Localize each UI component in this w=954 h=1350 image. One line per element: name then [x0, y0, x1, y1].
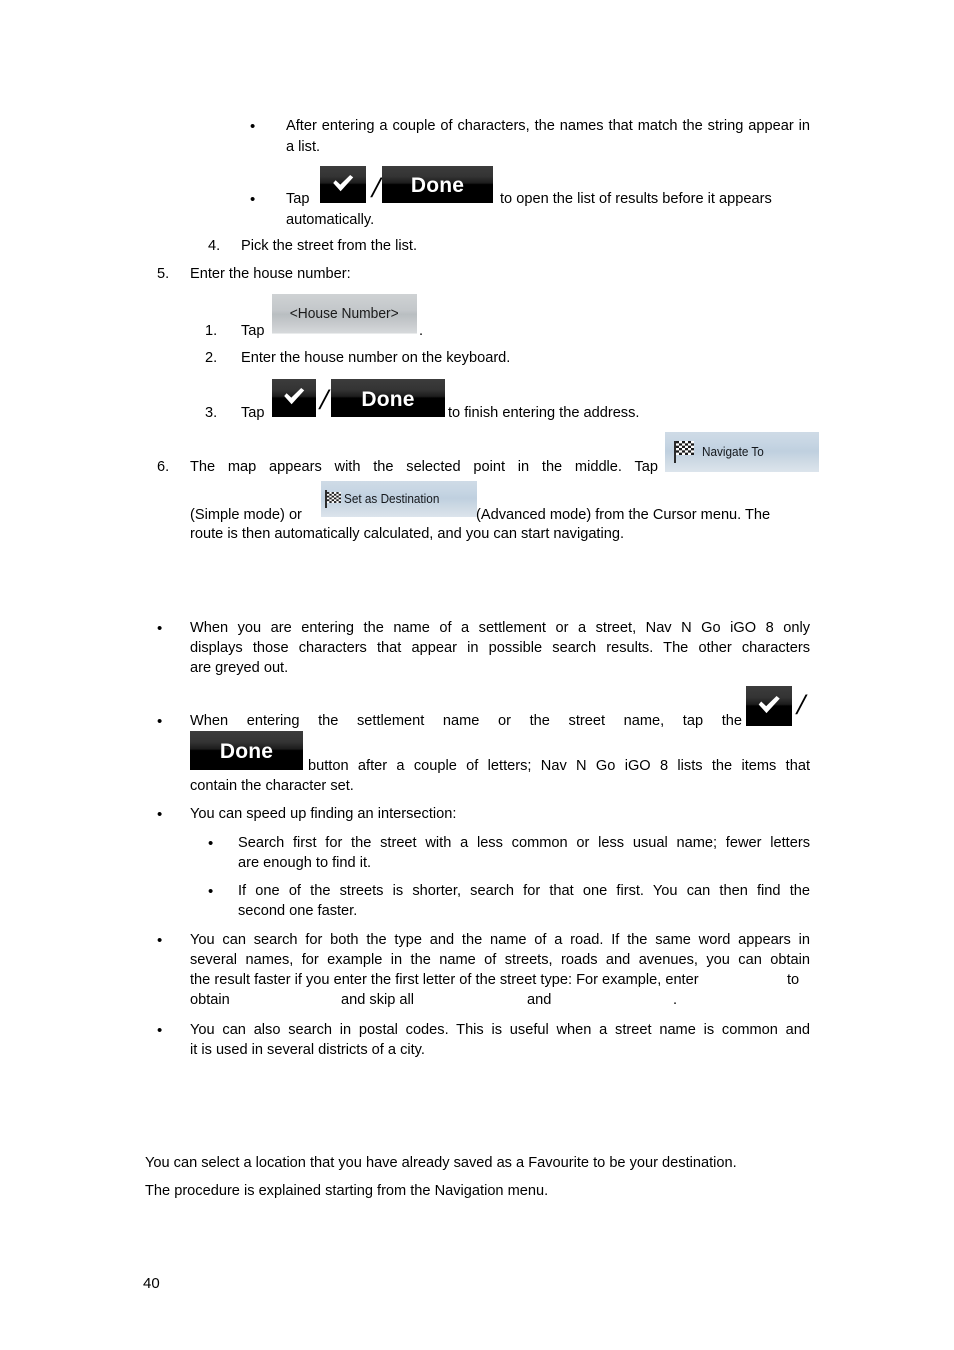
- tip-shorter-street-line2: second one faster.: [238, 903, 358, 919]
- tip-greyed-characters-line3: are greyed out.: [190, 660, 289, 676]
- bullet-marker: •: [157, 620, 163, 637]
- check-button[interactable]: [320, 166, 366, 203]
- step-4-marker: 4.: [208, 238, 221, 254]
- bullet-marker: •: [157, 713, 163, 730]
- step-5-2-text: Enter the house number on the keyboard.: [241, 350, 511, 366]
- tip-tap-done-line1: When entering the settlement name or the…: [190, 713, 742, 729]
- tip-tap-done-line2-trail: button after a couple of letters; Nav N …: [308, 758, 810, 774]
- check-icon: [282, 387, 306, 411]
- tip-road-type-line3a: the result faster if you enter the first…: [190, 972, 699, 988]
- tip-road-type-line1: You can search for both the type and the…: [190, 932, 810, 948]
- checkered-flag-icon: [674, 441, 694, 463]
- step-5-3-marker: 3.: [205, 405, 218, 421]
- tip-road-type-line4a: obtain: [190, 992, 230, 1008]
- check-icon: [756, 695, 782, 720]
- page-number: 40: [143, 1275, 160, 1292]
- tip-road-type-line4c: and: [527, 992, 552, 1008]
- favourites-paragraph-2: The procedure is explained starting from…: [145, 1183, 549, 1199]
- step-5-3-lead: Tap: [241, 405, 265, 421]
- tip-less-common-name-line1: Search first for the street with a less …: [238, 835, 810, 851]
- paragraph-tap-done-trail-line2: automatically.: [286, 212, 375, 228]
- tip-postal-codes-line1: You can also search in postal codes. Thi…: [190, 1022, 810, 1038]
- bullet-marker: •: [250, 191, 256, 208]
- step-5-1-lead: Tap: [241, 323, 265, 339]
- separator-slash: /: [320, 383, 329, 416]
- bullet-marker: •: [208, 883, 214, 900]
- tap-label: Tap: [286, 191, 310, 207]
- separator-slash: /: [797, 688, 806, 721]
- done-button[interactable]: Done: [382, 166, 493, 203]
- bullet-marker: •: [157, 806, 163, 823]
- paragraph-after-entering: After entering a couple of characters, t…: [286, 118, 810, 155]
- tip-greyed-characters-line1: When you are entering the name of a sett…: [190, 620, 810, 636]
- step-6-line1: The map appears with the selected point …: [190, 459, 658, 475]
- step-5-2-marker: 2.: [205, 350, 218, 366]
- bullet-marker: •: [250, 118, 256, 135]
- document-page: • After entering a couple of characters,…: [0, 0, 954, 1350]
- navigate-to-button-label: Navigate To: [702, 444, 764, 459]
- house-number-button-label: <House Number>: [290, 305, 399, 322]
- done-button-label: Done: [410, 174, 465, 197]
- bullet-marker: •: [157, 932, 163, 949]
- set-as-destination-button-label: Set as Destination: [344, 491, 440, 506]
- step-6-marker: 6.: [157, 459, 170, 475]
- tip-greyed-characters-line2: displays those characters that appear in…: [190, 640, 810, 656]
- separator-slash: /: [372, 171, 381, 204]
- tip-road-type-line2: several names, for example in the name o…: [190, 952, 810, 968]
- done-button-label: Done: [361, 387, 415, 411]
- bullet-marker: •: [208, 835, 214, 852]
- check-button[interactable]: [746, 686, 792, 726]
- navigate-to-button[interactable]: Navigate To: [665, 432, 819, 472]
- step-5-1-marker: 1.: [205, 323, 218, 339]
- done-button-label: Done: [219, 740, 274, 763]
- step-6-line2-lead: (Simple mode) or: [190, 507, 302, 523]
- step-5-text: Enter the house number:: [190, 266, 351, 282]
- checkered-flag-icon: [325, 490, 341, 508]
- tip-tap-done-line3: contain the character set.: [190, 778, 354, 794]
- step-6-line2-trail: (Advanced mode) from the Cursor menu. Th…: [476, 507, 771, 523]
- done-button[interactable]: Done: [190, 731, 303, 770]
- check-icon: [331, 174, 355, 198]
- tip-shorter-street-line1: If one of the streets is shorter, search…: [238, 883, 810, 899]
- tip-road-type-line4b: and skip all: [341, 992, 415, 1008]
- paragraph-tap-done-trail-line1: to open the list of results before it ap…: [500, 191, 772, 207]
- step-6-line3: route is then automatically calculated, …: [190, 526, 625, 542]
- step-5-3-trail: to finish entering the address.: [448, 405, 640, 421]
- set-as-destination-button[interactable]: Set as Destination: [321, 481, 477, 517]
- done-button[interactable]: Done: [331, 379, 445, 417]
- tip-road-type-line4d: .: [673, 992, 678, 1008]
- check-button[interactable]: [272, 379, 316, 417]
- step-5-marker: 5.: [157, 266, 170, 282]
- tip-road-type-line3b: to: [787, 972, 800, 988]
- tip-speed-up-intersection-text: You can speed up finding an intersection…: [190, 806, 457, 822]
- step-5-1-trail: .: [419, 323, 424, 339]
- tip-postal-codes-line2: it is used in several districts of a cit…: [190, 1042, 425, 1058]
- tip-less-common-name-line2: are enough to find it.: [238, 855, 372, 871]
- house-number-button[interactable]: <House Number>: [272, 294, 417, 334]
- favourites-paragraph-1: You can select a location that you have …: [145, 1155, 737, 1171]
- bullet-marker: •: [157, 1022, 163, 1039]
- step-4-text: Pick the street from the list.: [241, 238, 417, 254]
